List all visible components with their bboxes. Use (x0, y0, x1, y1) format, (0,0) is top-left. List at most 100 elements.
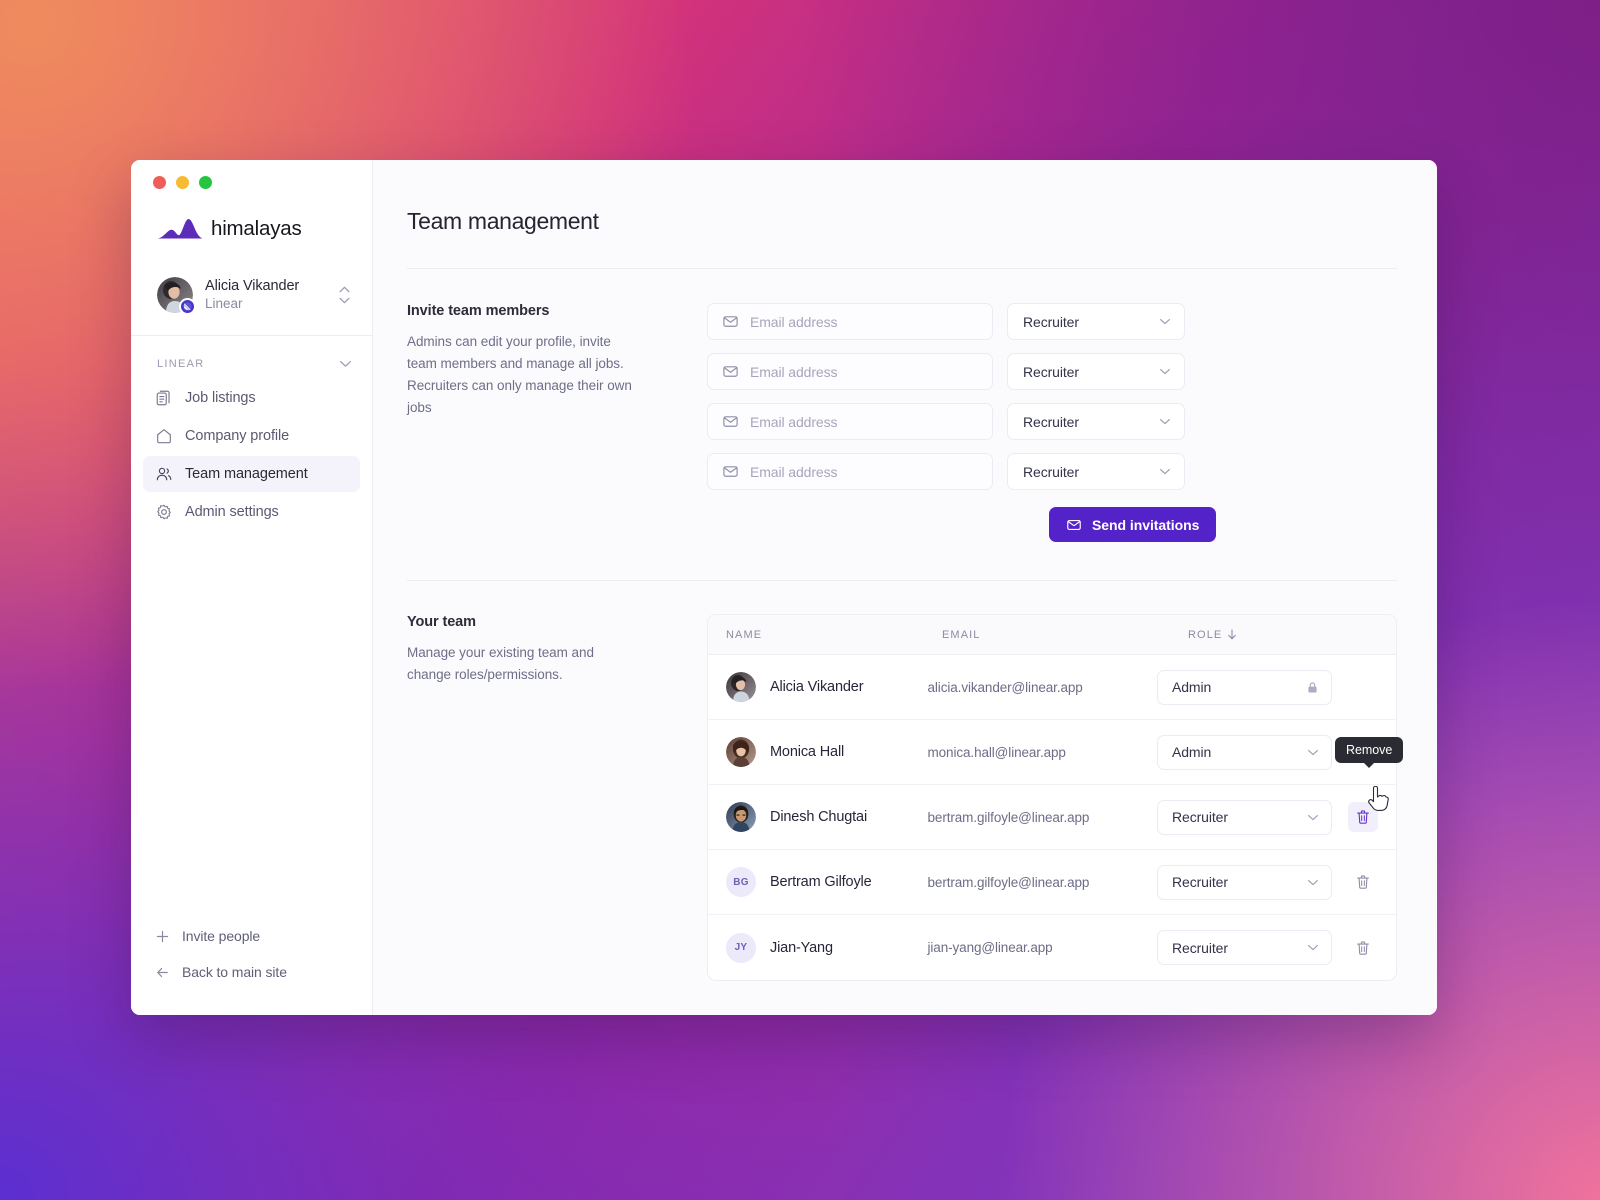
role-select[interactable]: Recruiter (1007, 453, 1185, 490)
member-email: bertram.gilfoyle@linear.app (927, 874, 1090, 890)
role-select[interactable]: Admin (1157, 734, 1332, 770)
sidebar-item-label: Team management (185, 466, 308, 483)
profile-org: Linear (205, 296, 243, 312)
send-invitations-label: Send invitations (1092, 516, 1200, 533)
nav-section-title: LINEAR (157, 358, 205, 371)
mail-icon (722, 363, 739, 380)
close-window-button[interactable] (153, 176, 166, 189)
chevron-down-icon (1159, 418, 1171, 425)
mail-icon (1066, 517, 1082, 533)
member-name: Monica Hall (770, 744, 845, 760)
cell-role: Recruiter (1157, 864, 1378, 900)
role-select[interactable]: Recruiter (1157, 799, 1332, 835)
column-header-name[interactable]: NAME (726, 629, 942, 641)
table-row: Alicia Vikander alicia.vikander@linear.a… (708, 655, 1396, 720)
table-header-row: NAME EMAIL ROLE (708, 615, 1396, 655)
cell-role: Admin (1157, 669, 1378, 705)
cell-role: Recruiter (1157, 930, 1378, 965)
page-title: Team management (407, 208, 599, 234)
lock-icon (1306, 681, 1319, 694)
invite-people-link[interactable]: Invite people (143, 921, 360, 951)
profile-name: Alicia Vikander (205, 278, 300, 294)
invite-row: Recruiter (707, 353, 1397, 390)
documents-icon (155, 389, 173, 407)
role-select-value: Recruiter (1023, 413, 1079, 430)
cell-name: BG Bertram Gilfoyle (726, 867, 928, 897)
nav-section-header[interactable]: LINEAR (131, 336, 372, 380)
avatar (726, 737, 756, 767)
invite-section-heading: Invite team members (407, 303, 550, 319)
sidebar-item-job-listings[interactable]: Job listings (143, 380, 360, 416)
team-section-heading: Your team (407, 614, 476, 630)
column-header-role[interactable]: ROLE (1188, 629, 1378, 641)
app-window: himalayas Alicia Vikander Linear LINEAR … (131, 160, 1437, 1015)
sidebar-item-team-management[interactable]: Team management (143, 456, 360, 493)
email-input[interactable] (750, 313, 978, 330)
sidebar: himalayas Alicia Vikander Linear LINEAR … (131, 160, 373, 1015)
mail-icon (722, 413, 739, 430)
role-value: Recruiter (1172, 939, 1228, 956)
email-input[interactable] (750, 413, 978, 430)
sidebar-item-label: Admin settings (185, 504, 279, 521)
remove-member-button[interactable] (1348, 933, 1378, 963)
role-select[interactable]: Recruiter (1157, 864, 1332, 900)
cell-name: Dinesh Chugtai (726, 802, 928, 832)
sidebar-item-label: Job listings (185, 390, 256, 407)
email-field-wrapper[interactable] (707, 353, 993, 390)
profile-switcher[interactable]: Alicia Vikander Linear (131, 241, 372, 337)
chevron-down-icon[interactable] (339, 360, 352, 368)
remove-button-placeholder (1348, 672, 1378, 702)
back-to-main-site-link[interactable]: Back to main site (143, 957, 360, 987)
invite-row: Recruiter (707, 303, 1397, 340)
sidebar-item-admin-settings[interactable]: Admin settings (143, 494, 360, 530)
linear-badge-icon (179, 298, 196, 316)
table-row: Dinesh Chugtai bertram.gilfoyle@linear.a… (708, 785, 1396, 850)
member-name: Bertram Gilfoyle (770, 874, 872, 890)
send-invitations-button[interactable]: Send invitations (1049, 507, 1217, 542)
brand-logo[interactable]: himalayas (131, 189, 372, 241)
email-field-wrapper[interactable] (707, 303, 993, 340)
minimize-window-button[interactable] (176, 176, 189, 189)
table-row: Monica Hall monica.hall@linear.app Admin (708, 720, 1396, 785)
invite-row: Recruiter (707, 403, 1397, 440)
chevron-down-icon (1307, 879, 1319, 886)
email-input[interactable] (750, 363, 978, 380)
email-field-wrapper[interactable] (707, 453, 993, 490)
role-value: Admin (1172, 679, 1212, 695)
role-value: Admin (1172, 744, 1212, 760)
sidebar-item-company-profile[interactable]: Company profile (143, 418, 360, 454)
invite-team-members-section: Invite team members Admins can edit your… (407, 269, 1397, 542)
cell-name: Monica Hall (726, 737, 928, 767)
maximize-window-button[interactable] (199, 176, 212, 189)
role-value: Recruiter (1172, 809, 1228, 825)
avatar (726, 802, 756, 832)
remove-member-button[interactable] (1348, 867, 1378, 897)
member-email: bertram.gilfoyle@linear.app (927, 809, 1090, 825)
chevron-down-icon (1307, 749, 1319, 756)
role-select[interactable]: Recruiter (1007, 403, 1185, 440)
column-header-email[interactable]: EMAIL (942, 629, 1188, 641)
chevron-down-icon (1307, 944, 1319, 951)
invite-section-info: Invite team members Admins can edit your… (407, 303, 707, 542)
window-traffic-lights (131, 160, 372, 189)
cell-name: JY Jian-Yang (726, 932, 928, 963)
chevron-up-down-icon[interactable] (339, 286, 354, 304)
role-select[interactable]: Recruiter (1007, 303, 1185, 340)
brand-name: himalayas (211, 217, 302, 240)
role-select[interactable]: Recruiter (1157, 930, 1332, 965)
email-field-wrapper[interactable] (707, 403, 993, 440)
mountain-logo-icon (157, 217, 203, 241)
member-name: Dinesh Chugtai (770, 809, 868, 825)
remove-member-button[interactable] (1348, 802, 1378, 832)
email-input[interactable] (750, 463, 978, 480)
cell-role: Recruiter (1157, 799, 1378, 835)
mail-icon (722, 313, 739, 330)
member-name: Jian-Yang (770, 939, 833, 956)
role-select[interactable]: Recruiter (1007, 353, 1185, 390)
member-email: monica.hall@linear.app (927, 744, 1066, 760)
member-name: Alicia Vikander (770, 679, 864, 695)
role-value: Recruiter (1172, 874, 1228, 890)
home-icon (155, 427, 173, 445)
invite-row: Recruiter (707, 453, 1397, 490)
footer-link-label: Back to main site (182, 964, 287, 980)
